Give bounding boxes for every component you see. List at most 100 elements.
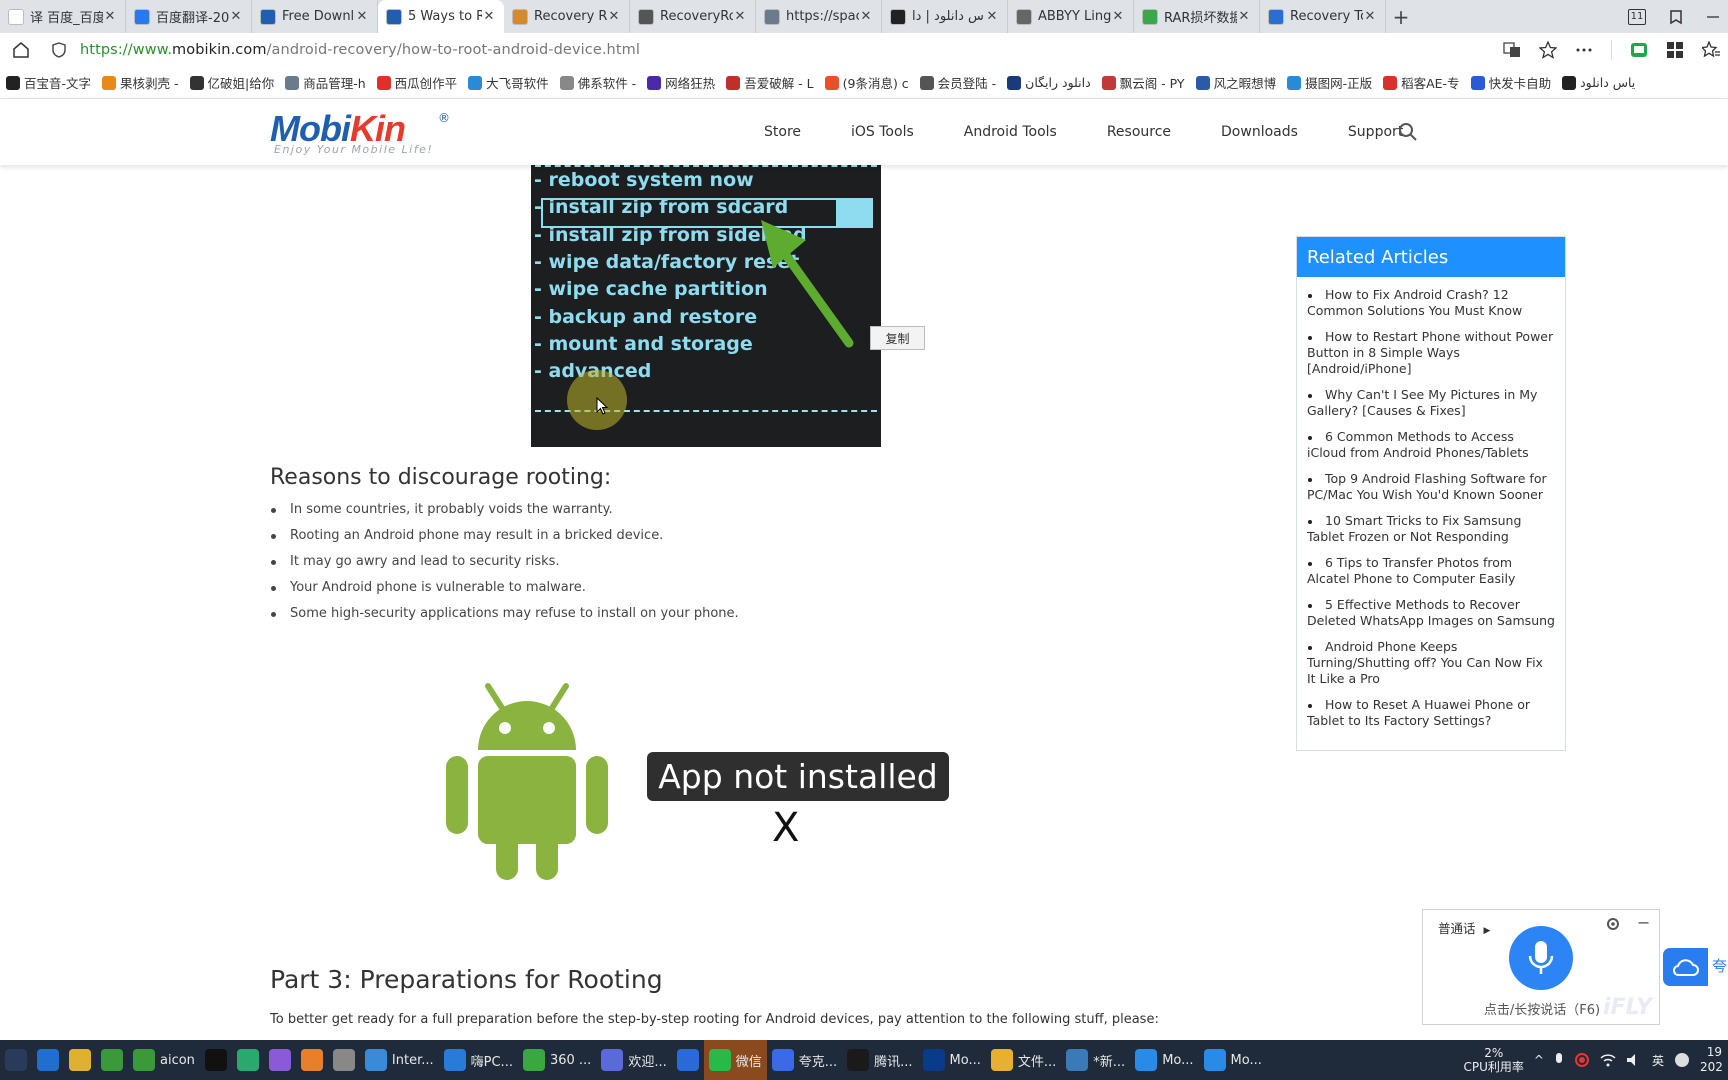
related-article-link[interactable]: Android Phone Keeps Turning/Shutting off… [1307,639,1555,687]
browser-tab[interactable]: RecoveryRob✕ [630,0,756,33]
copy-context-button[interactable]: 复制 [870,326,925,350]
taskbar-app[interactable] [264,1040,296,1080]
bookmark-item[interactable]: 网络狂热 [647,73,715,92]
close-tab-icon[interactable]: ✕ [1237,9,1251,24]
taskbar-app[interactable]: 欢迎... [596,1040,671,1080]
taskbar-app[interactable]: *新... [1061,1040,1130,1080]
browser-tab[interactable]: یاس دانلود | دا ✕ [882,0,1008,33]
wifi-icon[interactable] [1600,1053,1616,1067]
bookmark-item[interactable]: 佛系软件 - [559,73,636,92]
minimize-widget-button[interactable]: − [1637,913,1650,932]
taskbar-app[interactable]: 360 ... [518,1040,596,1080]
nav-item-resource[interactable]: Resource [1107,124,1171,140]
new-tab-button[interactable]: + [1386,0,1416,33]
close-tab-icon[interactable]: ✕ [1111,9,1125,24]
close-tab-icon[interactable]: ✕ [103,9,117,24]
nav-item-ios-tools[interactable]: iOS Tools [851,124,914,140]
close-tab-icon[interactable]: ✕ [607,9,621,24]
browser-tab[interactable]: 5 Ways to Ro✕ [378,0,504,33]
tab-count-button[interactable]: 11 [1628,8,1646,25]
taskbar-app[interactable]: 文件... [986,1040,1061,1080]
taskbar-app[interactable]: Mo... [918,1040,986,1080]
taskbar-app[interactable] [328,1040,360,1080]
bookmark-item[interactable]: 飘云阁 - PY [1101,73,1185,92]
taskbar-app[interactable]: aicon [128,1040,200,1080]
security-shield-icon[interactable] [52,42,66,58]
bookmark-item[interactable]: 大飞哥软件 [468,73,549,92]
related-article-link[interactable]: 10 Smart Tricks to Fix Samsung Tablet Fr… [1307,513,1555,545]
taskbar-app[interactable]: Mo... [1130,1040,1198,1080]
collections-icon[interactable] [1668,9,1684,25]
nav-item-support[interactable]: Support [1348,124,1403,140]
bookmark-item[interactable]: 会员登陆 - [919,73,996,92]
close-tab-icon[interactable]: ✕ [733,9,747,24]
related-article-link[interactable]: 6 Tips to Transfer Photos from Alcatel P… [1307,555,1555,587]
bookmark-item[interactable]: 快发卡自助 [1470,73,1551,92]
taskbar-app[interactable]: Inter... [360,1040,439,1080]
related-article-link[interactable]: Why Can't I See My Pictures in My Galler… [1307,387,1555,419]
bookmark-item[interactable]: 果核剥壳 - [102,73,179,92]
browser-tab[interactable]: Free Downloa✕ [252,0,378,33]
search-icon[interactable] [1398,122,1418,142]
nav-item-store[interactable]: Store [764,124,801,140]
translate-icon[interactable] [1503,41,1521,59]
ime-logo-icon[interactable] [1674,1052,1690,1068]
voice-language-selector[interactable]: 普通话 ▶ [1438,918,1490,937]
bookmark-item[interactable]: 风之暇想博 [1195,73,1276,92]
browser-tab[interactable]: https://space✕ [756,0,882,33]
volume-icon[interactable] [1626,1053,1642,1067]
nav-item-downloads[interactable]: Downloads [1221,124,1298,140]
taskbar-app[interactable]: 腾讯... [842,1040,917,1080]
tray-expand-icon[interactable]: ^ [1534,1053,1544,1067]
mic-tray-icon[interactable] [1554,1052,1564,1068]
browser-tab[interactable]: ABBYY Lingvo✕ [1008,0,1134,33]
more-options-icon[interactable] [1575,41,1593,59]
bookmark-item[interactable]: 商品管理-h [285,73,366,92]
bookmark-item[interactable]: 稻客AE-专 [1383,73,1460,92]
nav-item-android-tools[interactable]: Android Tools [964,124,1057,140]
close-tab-icon[interactable]: ✕ [482,9,496,24]
favorites-icon[interactable] [1702,41,1720,59]
related-article-link[interactable]: How to Reset A Huawei Phone or Tablet to… [1307,697,1555,729]
bookmark-item[interactable]: 吾爱破解 - L [726,73,814,92]
taskbar-app[interactable]: 微信 [703,1040,767,1080]
close-tab-icon[interactable]: ✕ [229,9,243,24]
cloud-sync-button[interactable] [1663,948,1708,986]
close-tab-icon[interactable]: ✕ [355,9,369,24]
taskbar-app[interactable] [200,1040,232,1080]
browser-tab[interactable]: 百度翻译-200✕ [126,0,252,33]
related-article-link[interactable]: How to Fix Android Crash? 12 Common Solu… [1307,287,1555,319]
close-tab-icon[interactable]: ✕ [985,9,999,24]
browser-tab[interactable]: RAR损坏数据修✕ [1134,0,1260,33]
bookmark-item[interactable]: 百宝音-文字 [6,73,91,92]
related-article-link[interactable]: Top 9 Android Flashing Software for PC/M… [1307,471,1555,503]
taskbar-app[interactable]: 夸克... [767,1040,842,1080]
bookmark-item[interactable]: 西瓜创作平 [376,73,457,92]
taskbar-app[interactable] [232,1040,264,1080]
related-article-link[interactable]: 5 Effective Methods to Recover Deleted W… [1307,597,1555,629]
minimize-icon[interactable] [1706,10,1720,24]
taskbar-app[interactable] [296,1040,328,1080]
bookmark-item[interactable]: دانلود رایگان [1007,75,1091,90]
related-article-link[interactable]: How to Restart Phone without Power Butto… [1307,329,1555,377]
close-tab-icon[interactable]: ✕ [1363,9,1377,24]
taskbar-app[interactable] [0,1040,32,1080]
mobikin-logo[interactable]: MobiKin ® Enjoy Your Mobile Life! [270,111,460,157]
browser-tab[interactable]: Recovery Tool✕ [1260,0,1386,33]
record-tray-icon[interactable] [1574,1052,1590,1068]
close-tab-icon[interactable]: ✕ [859,9,873,24]
taskbar-app[interactable] [672,1040,704,1080]
home-icon[interactable] [12,41,30,59]
bookmark-item[interactable]: 亿破姐|给你 [189,73,274,92]
microphone-button[interactable] [1509,926,1573,990]
settings-icon[interactable] [1606,917,1620,931]
bookmark-item[interactable]: 摄图网-正版 [1287,73,1372,92]
taskbar-app[interactable] [64,1040,96,1080]
taskbar-app[interactable] [32,1040,64,1080]
taskbar-app[interactable] [96,1040,128,1080]
browser-tab[interactable]: 译 百度_百度 ✕ [0,0,126,33]
apps-grid-icon[interactable] [1666,41,1684,59]
bookmark-item[interactable]: یاس دانلود [1562,75,1635,90]
taskbar-app[interactable]: 嗨PC... [439,1040,518,1080]
taskbar-app[interactable]: Mo... [1199,1040,1267,1080]
